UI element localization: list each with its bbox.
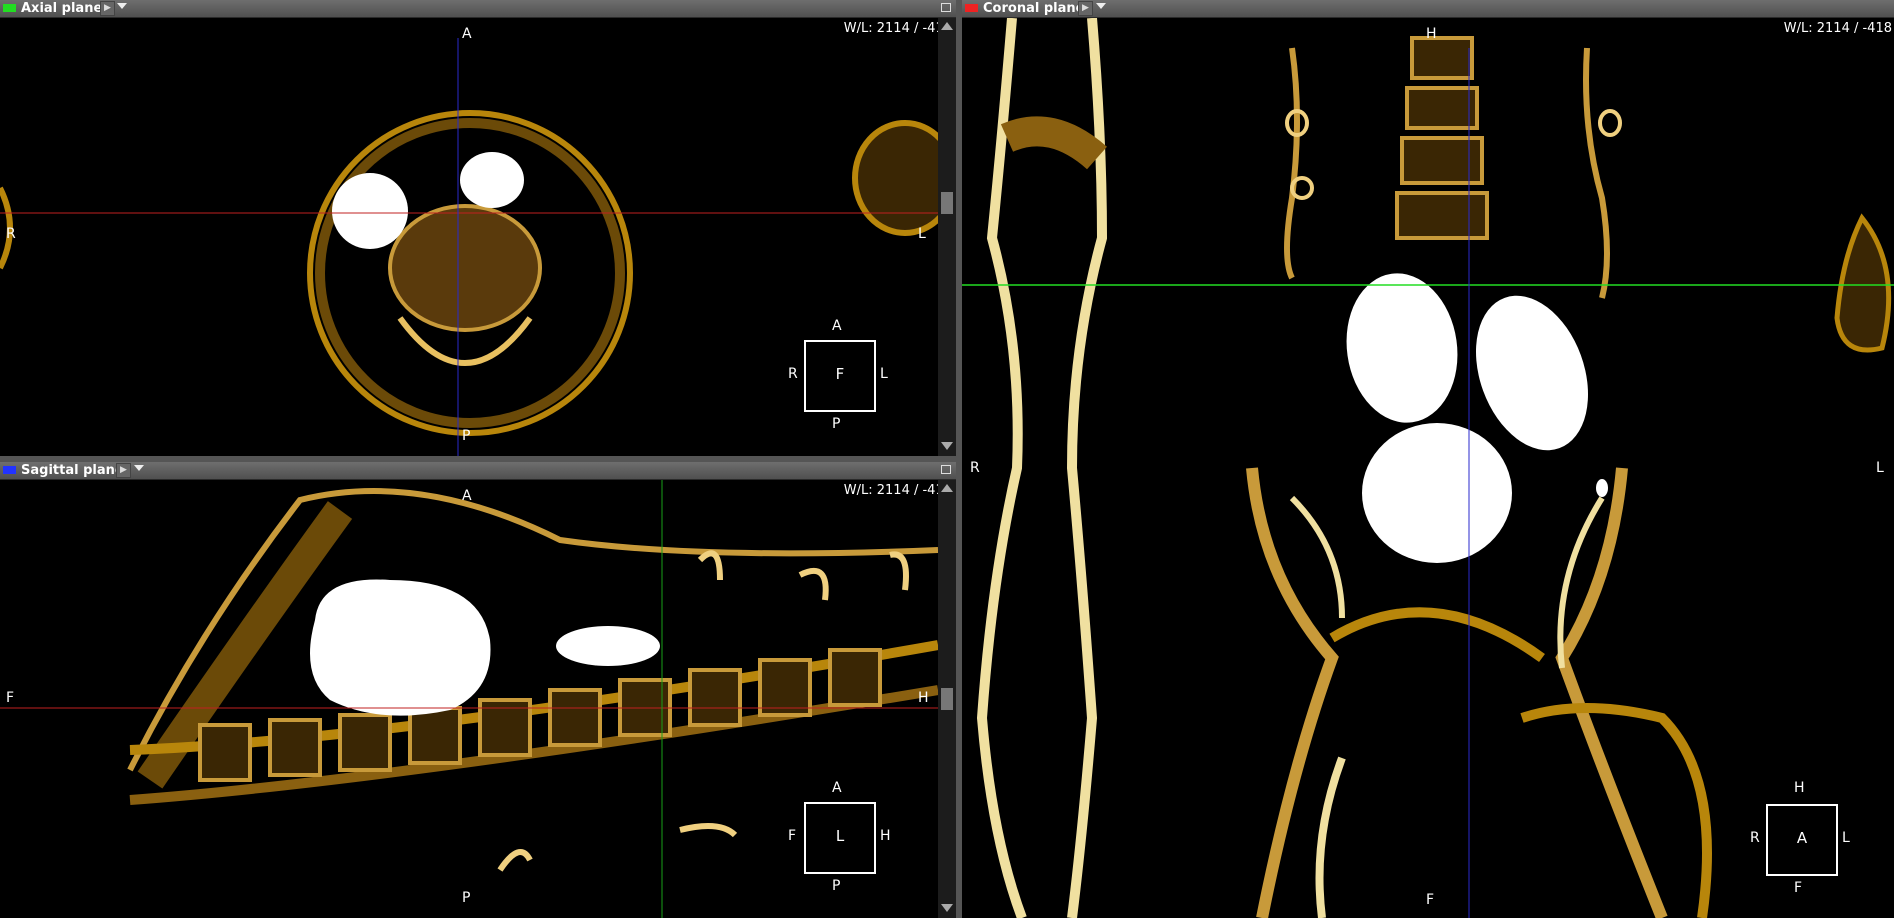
sagittal-window-level: W/L: 2114 / -418 [843, 483, 952, 498]
maximize-icon[interactable] [941, 465, 951, 474]
coronal-panel[interactable]: Coronal plane ▶ H F R L W/L: 2114 / -418… [962, 0, 1894, 918]
sagittal-title: Sagittal plane [21, 463, 124, 478]
coronal-color-swatch [965, 4, 978, 12]
dropdown-icon[interactable] [1096, 3, 1106, 9]
play-icon[interactable]: ▶ [116, 463, 131, 478]
coronal-cube-center: A [1796, 829, 1808, 847]
sagittal-label-bottom: P [462, 890, 471, 906]
coronal-cube-right: L [1842, 830, 1850, 846]
axial-viewport[interactable]: A P R L W/L: 2114 / -418 A P R L F [0, 18, 956, 456]
axial-scrollbar[interactable] [938, 18, 956, 456]
maximize-icon[interactable] [941, 3, 951, 12]
play-icon[interactable]: ▶ [1078, 1, 1093, 16]
axial-image [0, 38, 938, 456]
axial-cube-center: F [835, 365, 845, 383]
axial-label-right: L [918, 226, 926, 242]
coronal-label-bottom: F [1426, 892, 1435, 908]
coronal-header: Coronal plane ▶ [962, 0, 1894, 18]
axial-cube-right: L [880, 366, 888, 382]
sagittal-label-right: H [918, 690, 929, 706]
dropdown-icon[interactable] [134, 465, 144, 471]
sagittal-cube-center: L [835, 827, 845, 845]
sagittal-viewport[interactable]: A P F H W/L: 2114 / -418 A P F H L [0, 480, 956, 918]
play-icon[interactable]: ▶ [100, 1, 115, 16]
sagittal-orientation-cube: L [804, 802, 876, 874]
axial-panel[interactable]: Axial plane ▶ A P R L W/L: 2114 / -418 A… [0, 0, 956, 456]
coronal-viewport[interactable]: H F R L W/L: 2114 / -418 H F R L A [962, 18, 1894, 918]
sagittal-cube-bottom: P [832, 878, 841, 894]
sagittal-label-left: F [6, 690, 15, 706]
sagittal-color-swatch [3, 466, 16, 474]
horizontal-divider[interactable] [0, 456, 956, 462]
axial-label-left: R [6, 226, 16, 242]
axial-color-swatch [3, 4, 16, 12]
axial-cube-left: R [788, 366, 798, 382]
scroll-up-icon[interactable] [941, 484, 953, 492]
sagittal-panel[interactable]: Sagittal plane ▶ A P F H W/L: 2114 / -41… [0, 462, 956, 918]
axial-label-bottom: P [462, 428, 471, 444]
sagittal-scrollbar[interactable] [938, 480, 956, 918]
sagittal-scroll-thumb[interactable] [941, 688, 953, 710]
coronal-image [962, 18, 1894, 918]
sagittal-image [0, 480, 938, 918]
sagittal-cube-top: A [832, 780, 842, 796]
sagittal-header: Sagittal plane ▶ [0, 462, 956, 480]
sagittal-cube-right: H [880, 828, 891, 844]
coronal-label-right: L [1876, 460, 1884, 476]
axial-title: Axial plane [21, 1, 103, 16]
dropdown-icon[interactable] [117, 3, 127, 9]
scroll-down-icon[interactable] [941, 442, 953, 450]
coronal-orientation-cube: A [1766, 804, 1838, 876]
axial-cube-bottom: P [832, 416, 841, 432]
axial-scroll-thumb[interactable] [941, 192, 953, 214]
sagittal-label-top: A [462, 488, 472, 504]
coronal-cube-bottom: F [1794, 880, 1803, 896]
sagittal-cube-left: F [788, 828, 797, 844]
coronal-cube-top: H [1794, 780, 1805, 796]
scroll-up-icon[interactable] [941, 22, 953, 30]
axial-window-level: W/L: 2114 / -418 [843, 21, 952, 36]
axial-cube-top: A [832, 318, 842, 334]
coronal-cube-left: R [1750, 830, 1760, 846]
coronal-label-top: H [1426, 26, 1437, 42]
axial-label-top: A [462, 26, 472, 42]
coronal-window-level: W/L: 2114 / -418 [1783, 21, 1892, 36]
coronal-title: Coronal plane [983, 1, 1085, 16]
coronal-label-left: R [970, 460, 980, 476]
axial-header: Axial plane ▶ [0, 0, 956, 18]
axial-orientation-cube: F [804, 340, 876, 412]
scroll-down-icon[interactable] [941, 904, 953, 912]
